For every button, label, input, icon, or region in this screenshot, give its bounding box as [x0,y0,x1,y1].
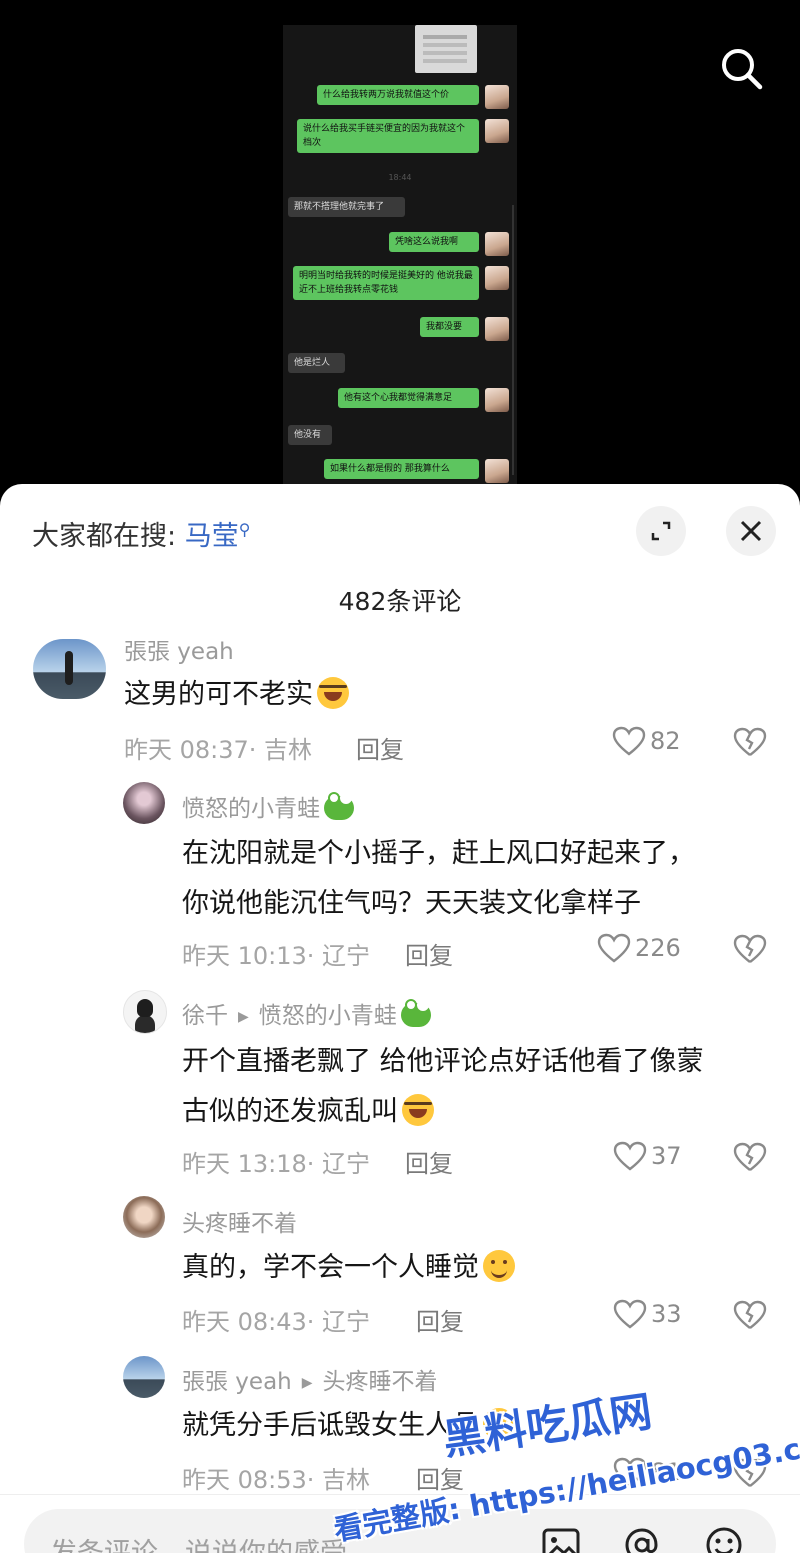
mention-icon[interactable] [620,1525,664,1553]
like-count: 82 [650,727,681,755]
avatar [485,317,509,341]
chat-message: 凭啥这么说我啊 [389,232,479,252]
broken-heart-icon [733,1300,767,1329]
reply-to-username[interactable]: 愤怒的小青蛙 [259,1003,397,1029]
hot-search[interactable]: 大家都在搜: 马莹⚲ [32,514,250,553]
comment-meta: 昨天 08:37· 吉林 [124,736,313,764]
comment-username[interactable]: 愤怒的小青蛙 [182,789,354,823]
laugh-cry-emoji [402,1094,434,1126]
avatar[interactable] [123,782,165,824]
avatar [485,388,509,412]
comment-text-body: 古似的还发疯乱叫 [182,1096,398,1127]
broken-heart-icon [733,727,767,756]
comment-sheet: 大家都在搜: 马莹⚲ 482条评论 張張 yeah 这男的可不老实 昨天 08:… [0,484,800,1553]
like-button[interactable]: 82 [612,726,681,756]
broken-heart-icon [733,1142,767,1171]
image-thumbnail [415,25,477,73]
hot-search-keyword[interactable]: 马莹 [185,521,239,552]
like-count: 33 [651,1300,682,1328]
avatar [485,119,509,143]
smile-emoji [483,1250,515,1282]
close-button[interactable] [726,506,776,556]
expand-button[interactable] [636,506,686,556]
like-count: 37 [651,1142,682,1170]
emoji-icon[interactable] [702,1525,746,1553]
comment-text: 你说他能沉住气吗？天天装文化拿样子 [182,888,641,919]
comment-text-body: 这男的可不老实 [124,679,313,710]
like-button[interactable]: 226 [597,933,681,963]
heart-icon [597,933,631,963]
avatar [485,459,509,483]
avatar[interactable] [123,990,167,1034]
reply-button[interactable]: 回复 [416,1302,464,1337]
avatar[interactable] [123,1196,165,1238]
chat-message: 他没有 [288,425,332,445]
chat-screenshot: 什么给我转两万说我就值这个价 说什么给我买手链买便宜的因为我就这个档次 18:4… [283,25,517,485]
like-count: 226 [635,934,681,962]
comment-text: 开个直播老飘了 给他评论点好话他看了像蒙 [182,1046,704,1077]
comment-text: 在沈阳就是个小摇子，赶上风口好起来了， [182,838,695,869]
comment-meta: 昨天 08:43· 辽宁 [182,1308,371,1336]
avatar [485,85,509,109]
heart-icon [613,1141,647,1171]
comment-username-text: 徐千 [182,1003,228,1029]
comment-meta: 昨天 10:13· 辽宁 [182,942,371,970]
dislike-button[interactable] [733,934,767,968]
avatar [485,232,509,256]
avatar [485,266,509,290]
search-icon [722,49,763,90]
close-icon [740,520,762,542]
reply-button[interactable]: 回复 [356,730,404,765]
dislike-button[interactable] [733,1142,767,1176]
comment-username[interactable]: 徐千 ▶ 愤怒的小青蛙 [182,996,431,1030]
avatar[interactable] [123,1356,165,1398]
comment-username[interactable]: 張張 yeah [124,632,234,666]
comment-text: 这男的可不老实 [124,669,724,721]
reply-to-username[interactable]: 头疼睡不着 [323,1369,438,1395]
reply-arrow-icon: ▶ [238,1009,249,1025]
hot-search-label: 大家都在搜: [32,521,177,552]
frog-emoji [324,792,354,820]
dislike-button[interactable] [733,1300,767,1334]
comment-username-text: 張張 yeah [182,1369,292,1395]
comment-username[interactable]: 張張 yeah ▶ 头疼睡不着 [182,1362,438,1396]
chat-message: 他是烂人 [288,353,345,373]
dislike-button[interactable] [733,727,767,761]
like-button[interactable]: 37 [613,1141,682,1171]
reply-button[interactable]: 回复 [405,1144,453,1179]
chat-message: 如果什么都是假的 那我算什么 [324,459,479,479]
chat-message: 他有这个心我都觉得满意足 [338,388,479,408]
comment-meta: 昨天 13:18· 辽宁 [182,1150,371,1178]
heart-icon [613,1299,647,1329]
heart-icon [612,726,646,756]
search-icon: ⚲ [238,520,251,539]
video-player[interactable]: 什么给我转两万说我就值这个价 说什么给我买手链买便宜的因为我就这个档次 18:4… [0,0,800,500]
comment-count: 482条评论 [338,587,462,616]
comment-username[interactable]: 头疼睡不着 [182,1204,297,1238]
search-button[interactable] [716,44,766,94]
comment-text: 真的，学不会一个人睡觉 [182,1242,782,1294]
comment-meta: 昨天 08:53· 吉林 [182,1466,371,1494]
chat-message: 什么给我转两万说我就值这个价 [317,85,479,105]
laugh-cry-emoji [317,677,349,709]
like-button[interactable]: 33 [613,1299,682,1329]
comment-text-body: 就凭分手后诋毁女生人品 [182,1410,479,1441]
reply-button[interactable]: 回复 [405,936,453,971]
comment-input-placeholder: 发条评论，说说你的感受 [50,1531,347,1553]
expand-icon [651,521,671,541]
chat-time: 18:44 [388,173,412,182]
scrollbar [512,205,514,475]
avatar[interactable] [33,639,106,699]
reply-arrow-icon: ▶ [301,1375,313,1391]
chat-message: 我都没要 [420,317,479,337]
comment-text: 古似的还发疯乱叫 [182,1086,782,1138]
chat-message: 明明当时给我转的时候是挺美好的 他说我最近不上班给我转点零花钱 [293,266,479,300]
comment-text-body: 真的，学不会一个人睡觉 [182,1252,479,1283]
image-icon[interactable] [539,1525,583,1553]
chat-message: 说什么给我买手链买便宜的因为我就这个档次 [297,119,479,153]
frog-emoji [400,999,431,1027]
chat-message: 那就不搭理他就完事了 [288,197,405,217]
broken-heart-icon [733,934,767,963]
comment-username-text: 愤怒的小青蛙 [182,796,320,822]
